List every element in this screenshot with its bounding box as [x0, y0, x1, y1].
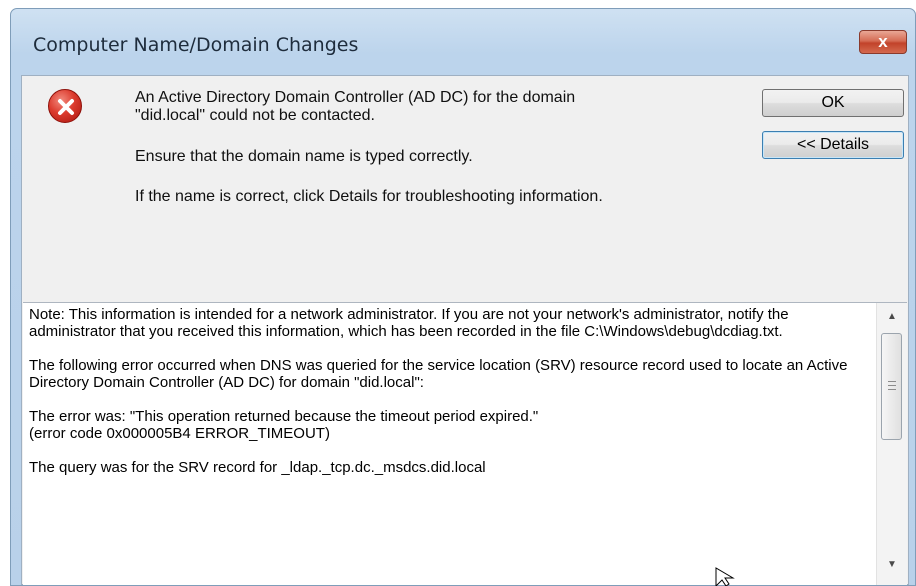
details-textbox[interactable]: Note: This information is intended for a…: [23, 302, 907, 585]
close-button[interactable]: x: [859, 30, 907, 54]
details-hint-text: If the name is correct, click Details fo…: [135, 188, 603, 205]
scroll-up-arrow-icon[interactable]: ▲: [877, 307, 907, 327]
thumb-grip-line: [888, 389, 896, 390]
scroll-thumb[interactable]: [881, 333, 902, 440]
details-paragraph-note: Note: This information is intended for a…: [29, 306, 789, 340]
ensure-text: Ensure that the domain name is typed cor…: [135, 148, 473, 165]
ok-button[interactable]: OK: [762, 89, 904, 117]
scroll-down-arrow-icon[interactable]: ▼: [877, 555, 907, 575]
error-icon: [48, 89, 82, 123]
details-paragraph-error: The error was: "This operation returned …: [29, 408, 877, 442]
dialog-content: An Active Directory Domain Controller (A…: [21, 75, 909, 585]
error-text-line: The error was: "This operation returned …: [29, 408, 539, 425]
details-paragraph-query: The query was for the SRV record for _ld…: [29, 459, 486, 476]
error-code-line: (error code 0x000005B4 ERROR_TIMEOUT): [29, 425, 330, 442]
error-message-line2: "did.local" could not be contacted.: [135, 107, 375, 124]
mouse-cursor-icon: [715, 567, 735, 586]
details-paragraph-dns: The following error occurred when DNS wa…: [29, 357, 848, 391]
error-message-line1: An Active Directory Domain Controller (A…: [135, 89, 576, 106]
details-button[interactable]: << Details: [762, 131, 904, 159]
thumb-grip-line: [888, 385, 896, 386]
vertical-scrollbar[interactable]: ▲ ▼: [876, 303, 907, 585]
details-text: Note: This information is intended for a…: [29, 306, 877, 493]
dialog-window: Computer Name/Domain Changes x An Active…: [10, 8, 916, 586]
close-icon: x: [878, 32, 888, 51]
thumb-grip-line: [888, 381, 896, 382]
dialog-title: Computer Name/Domain Changes: [33, 34, 359, 56]
